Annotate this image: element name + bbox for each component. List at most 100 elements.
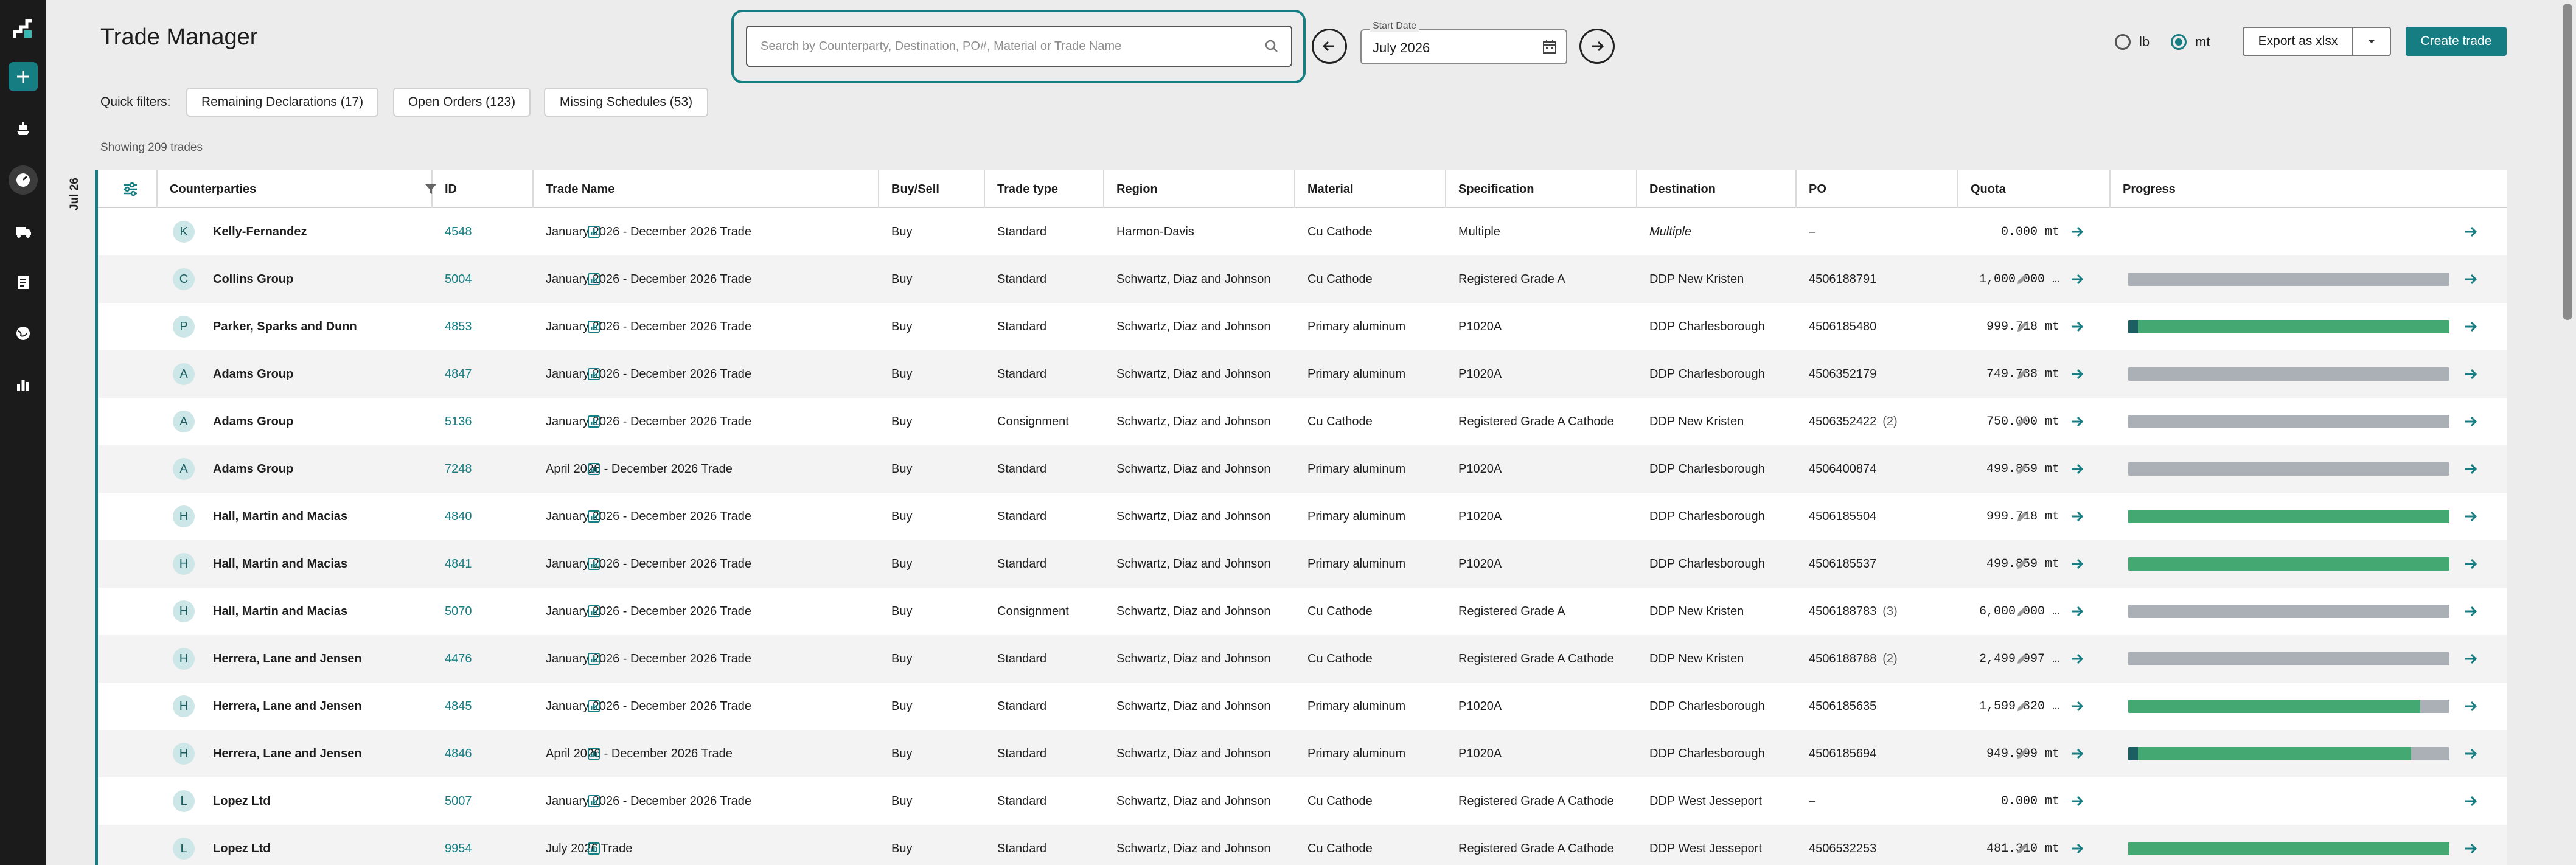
row-open-arrow-icon[interactable] [2463,556,2479,575]
row-open-arrow-icon[interactable] [2463,271,2479,291]
pencil-icon[interactable] [2015,509,2030,527]
cell-id[interactable]: 5004 [433,255,534,303]
bar-chart-icon[interactable] [587,415,600,432]
bar-chart-icon[interactable] [587,842,600,859]
table-row[interactable]: A Adams Group 5136 January 2026 - December … [98,398,2507,445]
bar-chart-icon[interactable] [587,510,600,527]
pencil-icon[interactable] [2015,319,2030,338]
column-header-po[interactable]: PO [1797,170,1958,208]
table-row[interactable]: P Parker, Sparks and Dunn 4853 January 2026… [98,303,2507,350]
column-header-id[interactable]: ID [433,170,534,208]
bar-chart-icon[interactable] [587,605,600,622]
bar-chart-icon[interactable] [587,462,600,479]
radio-mt-dot[interactable] [2171,34,2187,50]
search-box[interactable] [746,26,1292,67]
pencil-icon[interactable] [2015,604,2030,622]
cell-id[interactable]: 4846 [433,730,534,777]
ship-icon[interactable] [9,114,38,144]
row-open-arrow-icon[interactable] [2463,651,2479,670]
cell-id[interactable]: 4847 [433,350,534,398]
pencil-icon[interactable] [2015,699,2030,717]
row-open-arrow-icon[interactable] [2463,746,2479,765]
cell-id[interactable]: 4853 [433,303,534,350]
bar-chart-icon[interactable] [587,225,600,242]
bar-chart-icon[interactable] [587,652,600,669]
column-header-progress[interactable]: Progress [2111,170,2507,208]
quota-arrow-right-icon[interactable] [2069,746,2085,765]
id-text[interactable]: 4853 [445,320,472,334]
table-row[interactable]: L Lopez Ltd 9954 July 2026 Trade Buy Standard… [98,825,2507,865]
id-text[interactable]: 4476 [445,652,472,666]
column-header-trade-type[interactable]: Trade type [985,170,1104,208]
search-input[interactable] [761,27,1247,66]
bar-chart-icon[interactable] [587,747,600,764]
export-button[interactable]: Export as xlsx [2244,28,2353,55]
quick-filter-remaining-declarations[interactable]: Remaining Declarations (17) [186,88,378,117]
logo-icon[interactable] [9,15,38,44]
id-text[interactable]: 4548 [445,225,472,239]
table-row[interactable]: H Hall, Martin and Macias 5070 January 2026… [98,588,2507,635]
row-open-arrow-icon[interactable] [2463,603,2479,623]
id-text[interactable]: 4846 [445,747,472,761]
truck-icon[interactable] [9,217,38,246]
bar-chart-icon[interactable] [587,557,600,574]
cell-id[interactable]: 4476 [433,635,534,683]
quota-arrow-right-icon[interactable] [2069,698,2085,718]
table-row[interactable]: L Lopez Ltd 5007 January 2026 - December 20… [98,777,2507,825]
row-open-arrow-icon[interactable] [2463,224,2479,243]
id-text[interactable]: 5004 [445,273,472,287]
cell-id[interactable]: 9954 [433,825,534,865]
cell-id[interactable]: 4845 [433,683,534,730]
column-header-quota[interactable]: Quota [1958,170,2111,208]
id-text[interactable]: 9954 [445,842,472,856]
id-text[interactable]: 4841 [445,557,472,571]
quota-arrow-right-icon[interactable] [2069,603,2085,623]
id-text[interactable]: 5007 [445,794,472,808]
quota-arrow-right-icon[interactable] [2069,461,2085,481]
bar-chart-icon[interactable] [587,794,600,811]
pencil-icon[interactable] [2015,462,2030,480]
row-open-arrow-icon[interactable] [2463,793,2479,813]
bar-chart-icon[interactable] [587,273,600,290]
column-header-counterparties[interactable]: Counterparties [158,170,436,208]
column-header-region[interactable]: Region [1104,170,1295,208]
quota-arrow-right-icon[interactable] [2069,841,2085,860]
id-text[interactable]: 5136 [445,415,472,429]
pencil-icon[interactable] [2015,272,2030,290]
quota-arrow-right-icon[interactable] [2069,271,2085,291]
table-row[interactable]: H Herrera, Lane and Jensen 4476 January 202… [98,635,2507,683]
unit-radio-lb[interactable]: lb [2115,34,2150,50]
calendar-icon[interactable] [1542,39,1558,58]
pencil-icon[interactable] [2015,414,2030,433]
id-text[interactable]: 7248 [445,462,472,476]
cell-id[interactable]: 4841 [433,540,534,588]
row-open-arrow-icon[interactable] [2463,461,2479,481]
table-row[interactable]: K Kelly-Fernandez 4548 January 2026 - Decem… [98,208,2507,255]
radio-lb-dot[interactable] [2115,34,2131,50]
pencil-icon[interactable] [2015,841,2030,860]
search-icon[interactable] [1264,39,1279,57]
scrollbar-thumb[interactable] [2563,4,2572,320]
column-header-destination[interactable]: Destination [1637,170,1797,208]
pencil-icon[interactable] [2015,557,2030,575]
quota-arrow-right-icon[interactable] [2069,651,2085,670]
quota-arrow-right-icon[interactable] [2069,224,2085,243]
row-open-arrow-icon[interactable] [2463,414,2479,433]
id-text[interactable]: 4840 [445,510,472,524]
table-row[interactable]: H Hall, Martin and Macias 4841 January 2026… [98,540,2507,588]
page-scrollbar[interactable] [2559,0,2576,865]
quota-arrow-right-icon[interactable] [2069,509,2085,528]
previous-month-button[interactable] [1312,29,1347,64]
row-open-arrow-icon[interactable] [2463,319,2479,338]
chart-icon[interactable] [9,370,38,399]
id-text[interactable]: 5070 [445,605,472,619]
pencil-icon[interactable] [2015,651,2030,670]
cell-id[interactable]: 7248 [433,445,534,493]
pencil-icon[interactable] [2015,746,2030,765]
settings-sliders-icon[interactable] [122,182,138,200]
document-icon[interactable] [9,268,38,297]
dashboard-icon[interactable] [9,165,38,195]
cell-id[interactable]: 5136 [433,398,534,445]
export-dropdown-button[interactable] [2353,28,2390,55]
cell-id[interactable]: 4548 [433,208,534,255]
